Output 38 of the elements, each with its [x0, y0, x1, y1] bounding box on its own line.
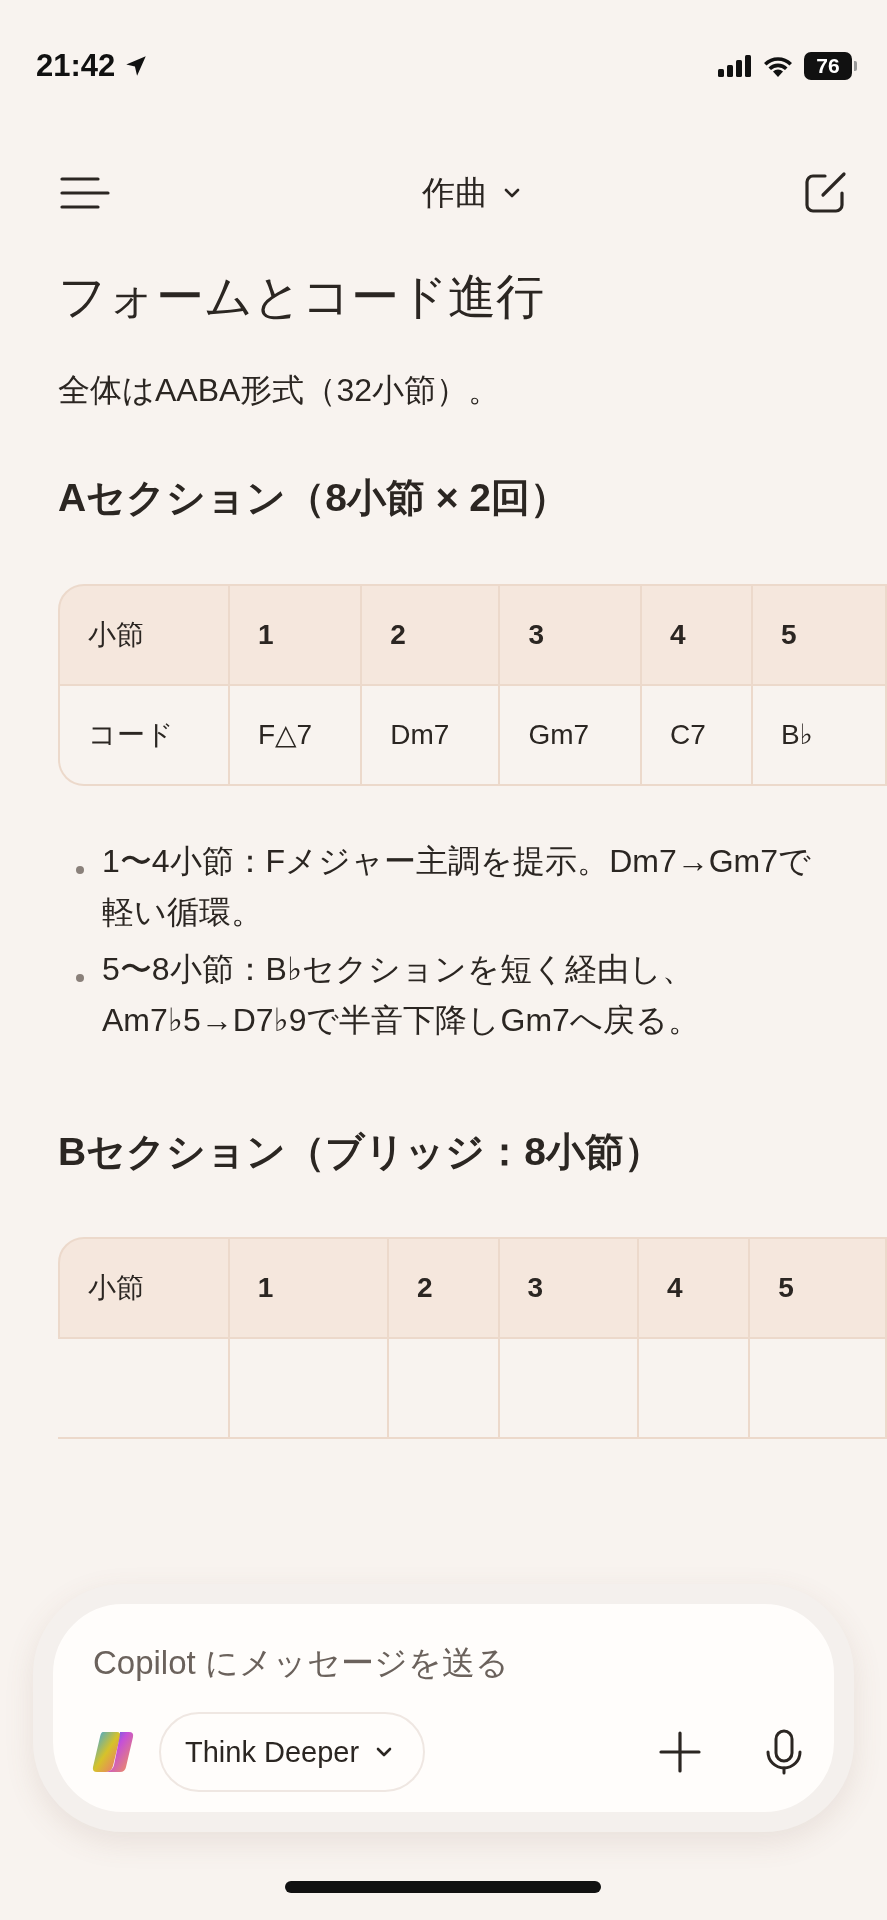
battery-level: 76: [816, 54, 840, 78]
section-heading: Bセクション（ブリッジ：8小節）: [58, 1128, 664, 1175]
menu-icon[interactable]: [60, 176, 110, 210]
page-heading: フォームとコード進行: [58, 269, 545, 325]
column-header: 小節: [58, 1237, 230, 1340]
table-cell: F△7: [230, 685, 363, 786]
column-header: 3: [500, 583, 643, 686]
table-cell: コード: [58, 685, 230, 786]
chat-title-dropdown[interactable]: 作曲: [421, 170, 522, 216]
column-header: 5: [750, 1237, 887, 1340]
column-header: 小節: [58, 583, 230, 686]
column-header: 4: [638, 1237, 751, 1340]
table-cell: B♭: [753, 685, 887, 786]
column-header: 3: [499, 1237, 639, 1340]
bullet-dot: [76, 865, 84, 874]
microphone-icon[interactable]: [764, 1728, 804, 1776]
new-chat-icon[interactable]: [803, 171, 847, 215]
column-header: 1: [229, 1237, 390, 1340]
table-cell: Gm7: [500, 685, 643, 786]
bullet-text: 1〜4小節：Fメジャー主調を提示。Dm7→Gm7で軽い循環。: [102, 841, 813, 933]
bullet-text: 5〜8小節：B♭セクションを短く経由し、Am7♭5→D7♭9で半音下降しGm7へ戻る。: [102, 950, 701, 1041]
caret-icon: [375, 1746, 394, 1758]
signal-icon: [718, 55, 752, 77]
wifi-icon: [762, 54, 794, 78]
status-time: 21:42: [36, 48, 116, 84]
column-header: 4: [642, 583, 753, 686]
mode-dropdown[interactable]: Think Deeper: [159, 1712, 426, 1792]
paragraph: 全体はAABA形式（32小節）。: [58, 371, 501, 411]
table-cell: Dm7: [362, 685, 501, 786]
section-heading: Aセクション（8小節 × 2回）: [58, 475, 570, 522]
add-icon[interactable]: [658, 1730, 702, 1774]
column-header: 1: [230, 583, 363, 686]
column-header: 5: [753, 583, 887, 686]
message-field[interactable]: Copilot にメッセージを送る: [91, 1632, 745, 1694]
column-header: 2: [389, 1237, 500, 1340]
table-cell: C7: [642, 685, 753, 786]
bullet-dot: [76, 974, 84, 983]
column-header: 2: [362, 583, 501, 686]
